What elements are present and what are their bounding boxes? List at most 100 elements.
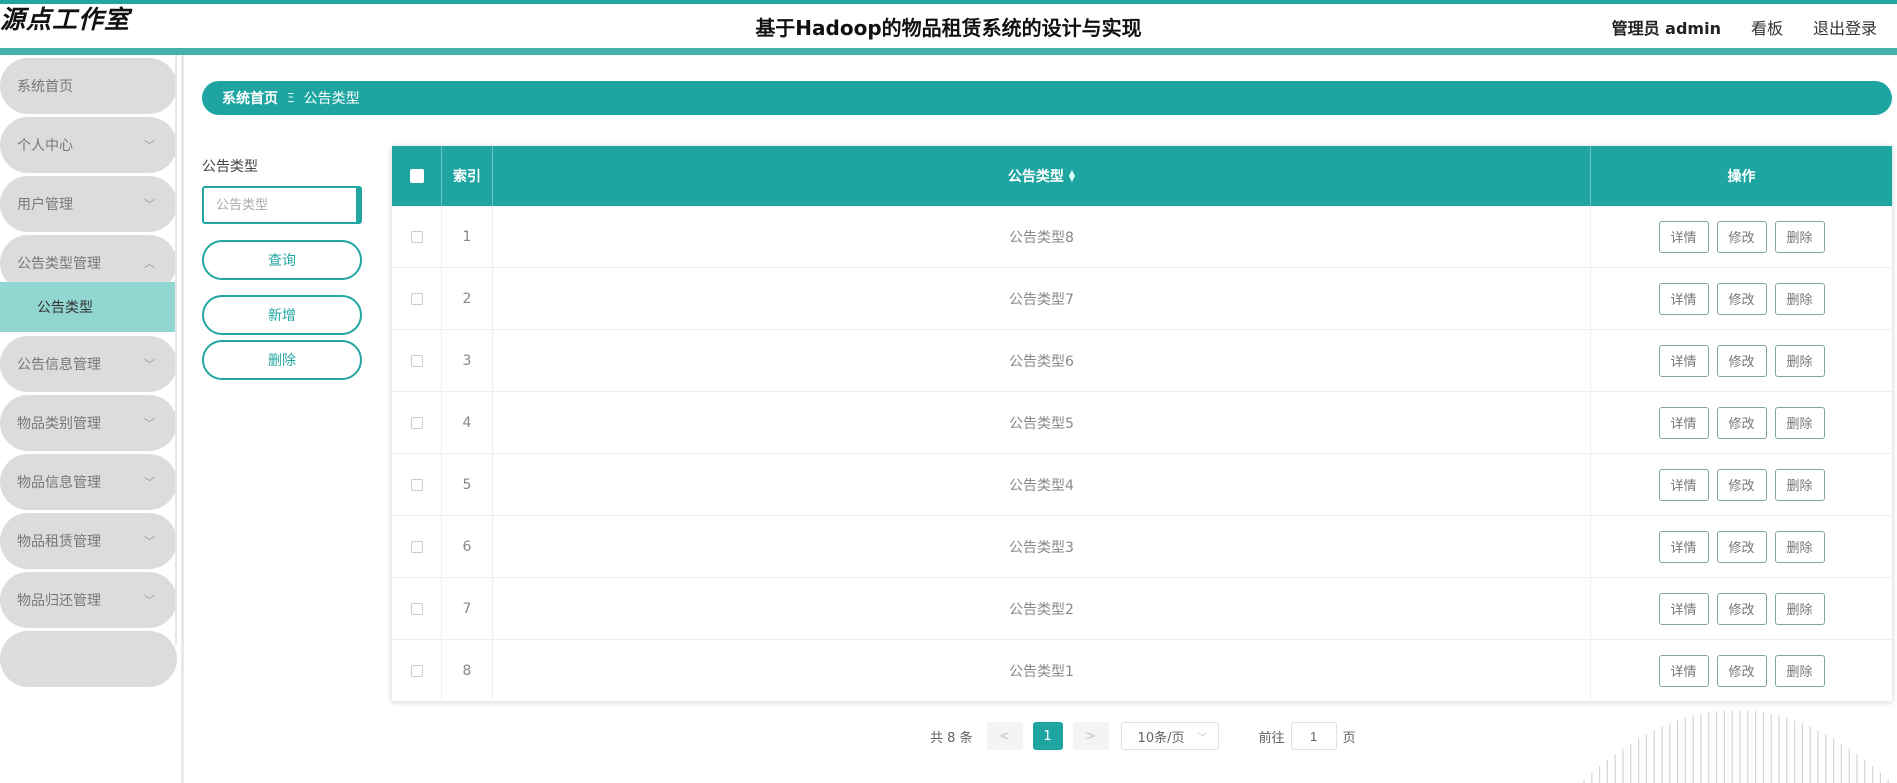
edit-button[interactable]: 修改 bbox=[1716, 530, 1767, 563]
row-type: 公告类型1 bbox=[493, 640, 1591, 701]
row-type: 公告类型3 bbox=[493, 516, 1591, 577]
row-select-cell bbox=[392, 268, 442, 329]
delete-button[interactable]: 删除 bbox=[1774, 530, 1825, 563]
row-index: 1 bbox=[442, 206, 493, 267]
row-checkbox[interactable] bbox=[410, 602, 423, 615]
page-number-current[interactable]: 1 bbox=[1032, 722, 1063, 750]
edit-button[interactable]: 修改 bbox=[1716, 406, 1767, 439]
table-header: 索引 公告类型 ▲ ▼ 操作 bbox=[392, 146, 1892, 206]
logo: 源点工作室 bbox=[0, 5, 131, 34]
detail-button[interactable]: 详情 bbox=[1658, 592, 1709, 625]
edit-button[interactable]: 修改 bbox=[1716, 654, 1767, 687]
sidebar-item-personal-center[interactable]: 个人中心 ﹀ bbox=[0, 117, 177, 173]
goto-page-input[interactable] bbox=[1290, 722, 1337, 750]
delete-button[interactable]: 删除 bbox=[1774, 282, 1825, 315]
sidebar-item-item-rental-management[interactable]: 物品租赁管理 ﹀ bbox=[0, 513, 177, 569]
delete-button[interactable]: 删除 bbox=[1774, 406, 1825, 439]
row-select-cell bbox=[392, 516, 442, 577]
chevron-down-icon: ﹀ bbox=[144, 476, 155, 489]
sort-icon[interactable]: ▲ ▼ bbox=[1069, 169, 1075, 183]
table-row: 6 公告类型3 详情 修改 删除 bbox=[392, 516, 1892, 578]
delete-button[interactable]: 删除 bbox=[1774, 220, 1825, 253]
edit-button[interactable]: 修改 bbox=[1716, 282, 1767, 315]
sidebar-item-home[interactable]: 系统首页 bbox=[0, 58, 177, 114]
chevron-down-icon: ﹀ bbox=[1197, 732, 1208, 744]
row-select-cell bbox=[392, 640, 442, 701]
row-index: 8 bbox=[442, 640, 493, 701]
breadcrumb-home[interactable]: 系统首页 bbox=[222, 88, 278, 108]
sidebar-item-label: 物品类别管理 bbox=[17, 416, 101, 432]
breadcrumb: 系统首页 Ξ 公告类型 bbox=[202, 81, 1892, 115]
column-header-type-label: 公告类型 bbox=[1007, 169, 1064, 185]
board-link[interactable]: 看板 bbox=[1751, 15, 1783, 39]
sidebar-item-item-info-management[interactable]: 物品信息管理 ﹀ bbox=[0, 454, 177, 510]
row-checkbox[interactable] bbox=[410, 478, 423, 491]
row-checkbox[interactable] bbox=[410, 540, 423, 553]
column-header-type[interactable]: 公告类型 ▲ ▼ bbox=[493, 146, 1591, 206]
sidebar-subitem-notice-type[interactable]: 公告类型 bbox=[0, 282, 176, 332]
page-size-select[interactable]: 10条/页 ﹀ bbox=[1120, 722, 1219, 750]
batch-delete-button[interactable]: 删除 bbox=[202, 340, 362, 380]
row-type: 公告类型5 bbox=[493, 392, 1591, 453]
detail-button[interactable]: 详情 bbox=[1658, 530, 1709, 563]
row-select-cell bbox=[392, 578, 442, 639]
header: 源点工作室 基于Hadoop的物品租赁系统的设计与实现 管理员 admin 看板… bbox=[0, 4, 1897, 48]
sidebar-item-label: 公告信息管理 bbox=[17, 357, 101, 373]
sidebar-scrollbar[interactable] bbox=[175, 55, 177, 645]
detail-button[interactable]: 详情 bbox=[1658, 220, 1709, 253]
delete-button[interactable]: 删除 bbox=[1774, 654, 1825, 687]
sidebar-item-user-management[interactable]: 用户管理 ﹀ bbox=[0, 176, 177, 232]
detail-button[interactable]: 详情 bbox=[1658, 344, 1709, 377]
sidebar-item-label: 物品信息管理 bbox=[17, 475, 101, 491]
row-actions: 详情 修改 删除 bbox=[1591, 454, 1892, 515]
table-row: 8 公告类型1 详情 修改 删除 bbox=[392, 640, 1892, 702]
row-checkbox[interactable] bbox=[410, 354, 423, 367]
prev-page-button[interactable]: < bbox=[986, 722, 1023, 750]
row-checkbox[interactable] bbox=[410, 416, 423, 429]
delete-button[interactable]: 删除 bbox=[1774, 344, 1825, 377]
sidebar-item-item-return-management[interactable]: 物品归还管理 ﹀ bbox=[0, 572, 177, 628]
chevron-up-icon: ︿ bbox=[144, 257, 155, 270]
sidebar-item-label: 个人中心 bbox=[17, 138, 73, 154]
sidebar-item-label: 公告类型管理 bbox=[17, 256, 101, 272]
row-checkbox[interactable] bbox=[410, 292, 423, 305]
chevron-down-icon: ﹀ bbox=[144, 535, 155, 548]
table-row: 4 公告类型5 详情 修改 删除 bbox=[392, 392, 1892, 454]
row-actions: 详情 修改 删除 bbox=[1591, 516, 1892, 577]
edit-button[interactable]: 修改 bbox=[1716, 344, 1767, 377]
pagination: 共 8 条 < 1 > 10条/页 ﹀ 前往 页 bbox=[930, 721, 1356, 751]
sidebar: 系统首页 个人中心 ﹀ 用户管理 ﹀ 公告类型管理 ︿ 公告类型 公告信息管理 ﹀ 物品… bbox=[0, 55, 177, 783]
row-type: 公告类型8 bbox=[493, 206, 1591, 267]
row-checkbox[interactable] bbox=[410, 230, 423, 243]
sidebar-item-partial[interactable] bbox=[0, 631, 177, 687]
detail-button[interactable]: 详情 bbox=[1658, 282, 1709, 315]
chevron-down-icon: ﹀ bbox=[144, 198, 155, 211]
sidebar-item-notice-info-management[interactable]: 公告信息管理 ﹀ bbox=[0, 336, 177, 392]
sidebar-item-item-category-management[interactable]: 物品类别管理 ﹀ bbox=[0, 395, 177, 451]
chevron-down-icon: ﹀ bbox=[144, 139, 155, 152]
edit-button[interactable]: 修改 bbox=[1716, 220, 1767, 253]
row-select-cell bbox=[392, 330, 442, 391]
header-select-all bbox=[392, 146, 442, 206]
select-all-checkbox[interactable] bbox=[409, 169, 424, 183]
detail-button[interactable]: 详情 bbox=[1658, 406, 1709, 439]
edit-button[interactable]: 修改 bbox=[1716, 468, 1767, 501]
edit-button[interactable]: 修改 bbox=[1716, 592, 1767, 625]
query-button[interactable]: 查询 bbox=[202, 240, 362, 280]
add-button[interactable]: 新增 bbox=[202, 295, 362, 335]
sidebar-item-label: 物品租赁管理 bbox=[17, 534, 101, 550]
delete-button[interactable]: 删除 bbox=[1774, 468, 1825, 501]
table-row: 2 公告类型7 详情 修改 删除 bbox=[392, 268, 1892, 330]
breadcrumb-separator-icon: Ξ bbox=[287, 91, 295, 105]
detail-button[interactable]: 详情 bbox=[1658, 654, 1709, 687]
row-checkbox[interactable] bbox=[410, 664, 423, 677]
logout-link[interactable]: 退出登录 bbox=[1813, 15, 1877, 39]
chevron-down-icon: ﹀ bbox=[144, 417, 155, 430]
row-index: 7 bbox=[442, 578, 493, 639]
detail-button[interactable]: 详情 bbox=[1658, 468, 1709, 501]
breadcrumb-current: 公告类型 bbox=[303, 91, 360, 107]
row-index: 6 bbox=[442, 516, 493, 577]
delete-button[interactable]: 删除 bbox=[1774, 592, 1825, 625]
next-page-button[interactable]: > bbox=[1072, 722, 1109, 750]
search-input[interactable] bbox=[202, 186, 362, 224]
